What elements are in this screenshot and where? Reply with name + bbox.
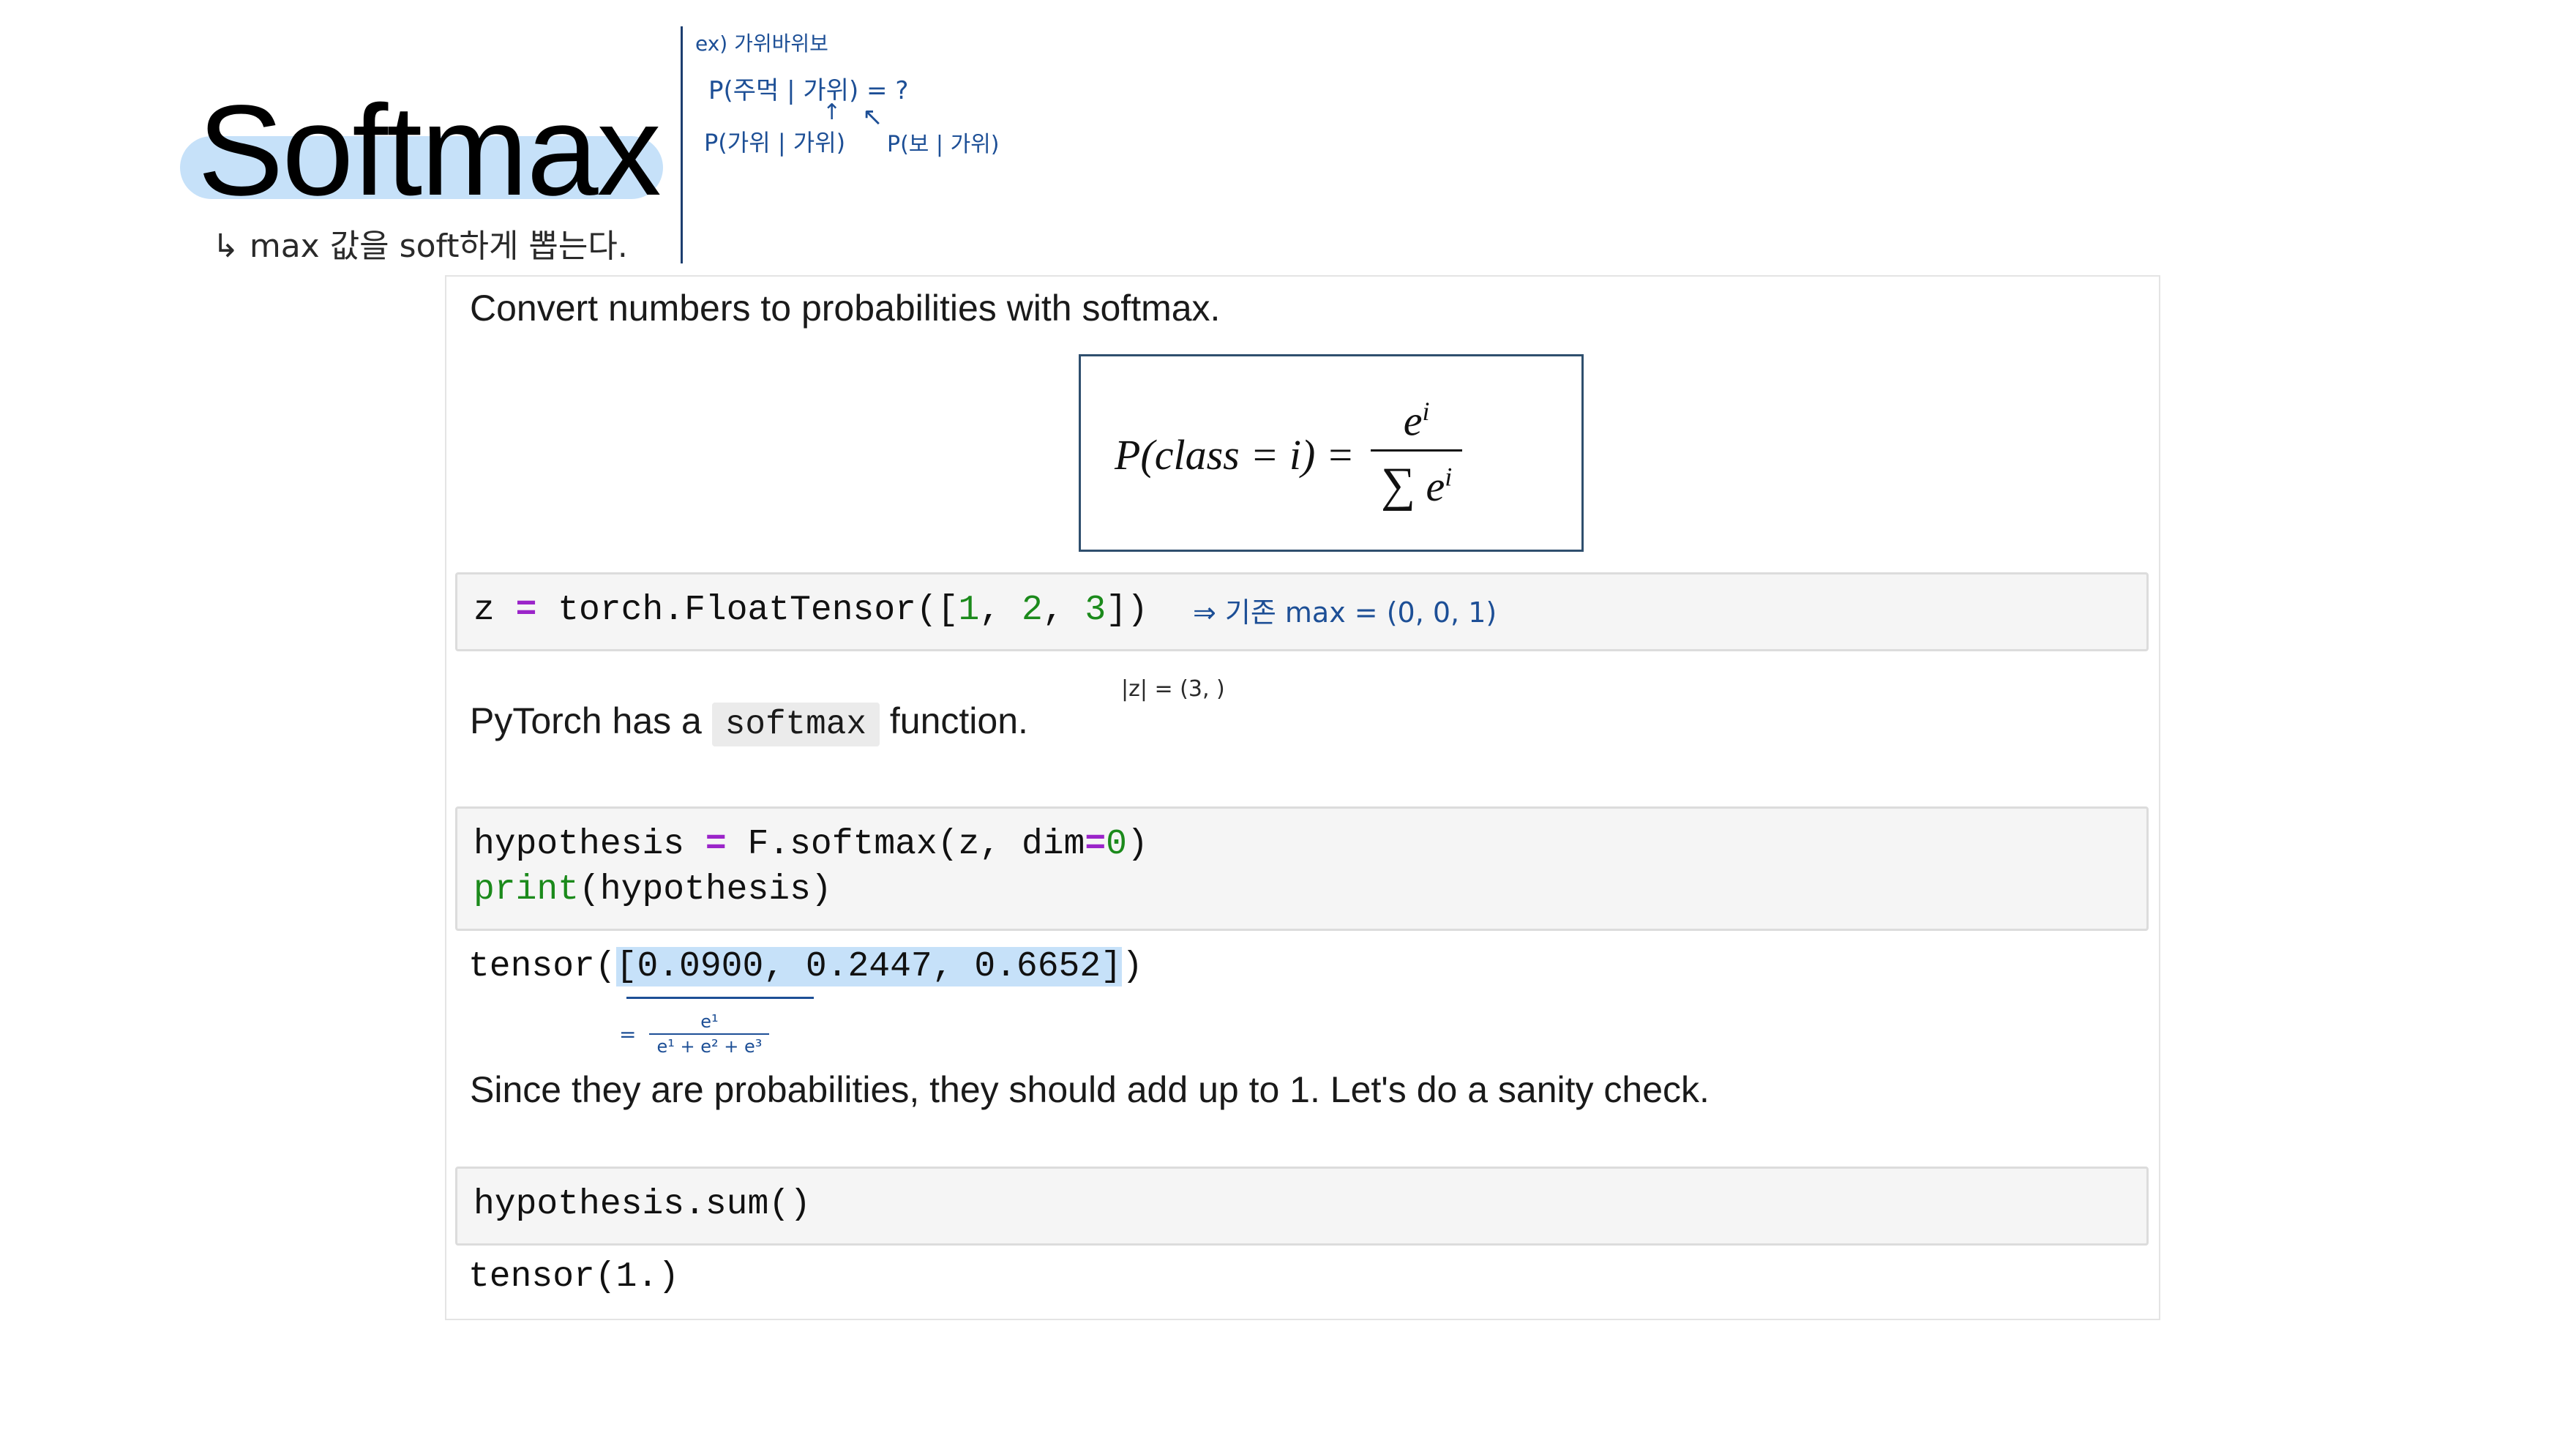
formula-lhs: P(class = i) = — [1115, 430, 1355, 479]
code-token: hypothesis — [473, 825, 685, 864]
fraction-denominator: e¹ + e² + e³ — [649, 1033, 770, 1057]
output-token: tensor( — [468, 947, 616, 986]
handwritten-example-given-2: P(보 | 가위) — [887, 132, 1000, 157]
code-number: 0 — [1106, 825, 1127, 864]
formula-fraction: ei ∑ ei — [1370, 396, 1463, 513]
notebook-panel: Convert numbers to probabilities with so… — [445, 275, 2160, 1320]
code-cell-softmax[interactable]: hypothesis = F.softmax(z, dim=0) print(h… — [455, 806, 2149, 931]
fraction: e¹ e¹ + e² + e³ — [649, 1011, 770, 1057]
code-token: ) — [1126, 825, 1148, 864]
code-number: 3 — [1085, 591, 1107, 630]
inline-code-softmax: softmax — [711, 703, 880, 746]
highlighted-output-values: [0.0900, 0.2447, 0.6652] — [615, 947, 1122, 986]
handwritten-fraction-note: = e¹ e¹ + e² + e³ — [619, 1011, 770, 1057]
code-token: ]) — [1106, 591, 1148, 630]
numerator-exponent: i — [1422, 397, 1430, 426]
numerator-base: e — [1403, 397, 1423, 445]
handwritten-example-given-1: P(가위 | 가위) — [704, 129, 846, 157]
sum-symbol: ∑ — [1380, 458, 1416, 512]
page-title: Softmax — [198, 79, 662, 222]
softmax-formula-box: P(class = i) = ei ∑ ei — [1079, 354, 1584, 552]
text-span: function. — [889, 700, 1028, 741]
code-token: z — [473, 591, 495, 630]
denominator-base: e — [1426, 463, 1445, 511]
denominator-exponent: i — [1445, 463, 1453, 492]
handwritten-divider — [681, 26, 683, 263]
handwritten-max-note: ⇒ 기존 max = (0, 0, 1) — [1193, 596, 1497, 629]
handwritten-arrow-up-icon: ↑ — [823, 100, 842, 125]
text-span: PyTorch has a — [470, 700, 702, 741]
handwritten-arrow-diagonal-icon: ↖ — [862, 102, 883, 132]
handwritten-example-header: ex) 가위바위보 — [695, 31, 828, 56]
formula-denominator: ∑ ei — [1370, 449, 1463, 513]
code-operator: = — [515, 591, 537, 630]
code-token: torch.FloatTensor([ — [558, 591, 959, 630]
formula-numerator: ei — [1393, 396, 1440, 449]
code-number: 1 — [958, 591, 980, 630]
fraction-equals: = — [619, 1022, 637, 1046]
code-token: (hypothesis) — [579, 870, 832, 910]
handwritten-example-query: P(주먹 | 가위) = ? — [708, 76, 909, 105]
pytorch-softmax-text: PyTorch has a softmax function. — [470, 700, 1028, 746]
code-token: , — [979, 591, 1022, 630]
softmax-formula: P(class = i) = ei ∑ ei — [1115, 396, 1463, 513]
sanity-check-text: Since they are probabilities, they shoul… — [470, 1069, 1710, 1110]
handwritten-subtitle-note: ↳ max 값을 soft하게 뽑는다. — [212, 228, 628, 265]
fraction-numerator: e¹ — [700, 1011, 719, 1032]
code-builtin: print — [473, 870, 580, 910]
output-sum-tensor: tensor(1.) — [468, 1257, 680, 1297]
code-cell-sum[interactable]: hypothesis.sum() — [455, 1167, 2149, 1246]
code-number: 2 — [1021, 591, 1043, 630]
handwritten-z-norm-note: |z| = (3, ) — [1121, 676, 1225, 702]
output-token: ) — [1121, 947, 1143, 986]
code-operator: = — [705, 825, 727, 864]
handwritten-underline — [626, 997, 814, 999]
output-softmax-tensor: tensor([0.0900, 0.2447, 0.6652]) — [468, 947, 1143, 986]
code-token: F.softmax(z, dim — [747, 825, 1085, 864]
code-token: , — [1042, 591, 1085, 630]
intro-text: Convert numbers to probabilities with so… — [470, 288, 1221, 329]
code-operator: = — [1085, 825, 1107, 864]
